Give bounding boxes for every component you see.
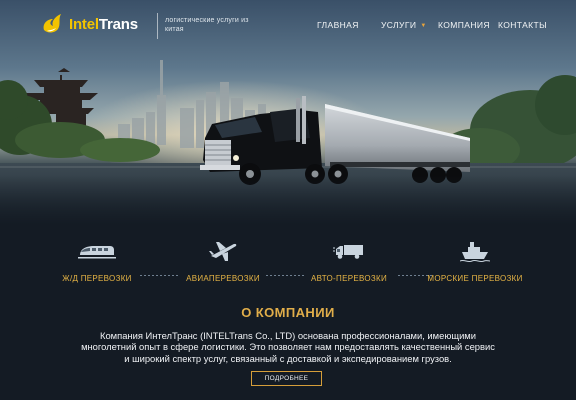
chevron-down-icon: ▼ — [420, 23, 427, 29]
service-divider — [266, 275, 306, 276]
service-label: АВИАПЕРЕВОЗКИ — [186, 274, 260, 283]
ship-icon — [460, 242, 490, 262]
service-auto[interactable]: АВТО-ПЕРЕВОЗКИ — [294, 238, 404, 283]
main-nav: ГЛАВНАЯ УСЛУГИ ▼ КОМПАНИЯ КОНТАКТЫ — [0, 20, 576, 32]
train-icon — [78, 246, 116, 259]
page: IntelTrans логистические услуги из китая… — [0, 0, 576, 400]
service-air[interactable]: АВИАПЕРЕВОЗКИ — [168, 238, 278, 283]
nav-item-contacts[interactable]: КОНТАКТЫ — [498, 20, 547, 30]
nav-item-services[interactable]: УСЛУГИ ▼ — [381, 20, 427, 30]
site-header: IntelTrans логистические услуги из китая… — [0, 0, 576, 52]
about-title: О КОМПАНИИ — [241, 305, 335, 320]
service-label: Ж/Д ПЕРЕВОЗКИ — [62, 274, 132, 283]
truck-icon — [333, 245, 363, 259]
nav-item-home[interactable]: ГЛАВНАЯ — [317, 20, 359, 30]
services-strip: Ж/Д ПЕРЕВОЗКИ АВИАПЕРЕВОЗКИ АВТО-ПЕРЕВОЗ… — [0, 238, 576, 288]
service-divider — [140, 275, 180, 276]
service-sea[interactable]: МОРСКИЕ ПЕРЕВОЗКИ — [420, 238, 530, 283]
airplane-icon — [209, 242, 237, 261]
nav-item-services-label: УСЛУГИ — [381, 20, 417, 30]
service-label: АВТО-ПЕРЕВОЗКИ — [310, 274, 388, 283]
service-rail[interactable]: Ж/Д ПЕРЕВОЗКИ — [42, 238, 152, 283]
about-text: Компания ИнтелТранс (INTELTrans Co., LTD… — [81, 330, 495, 364]
nav-item-company[interactable]: КОМПАНИЯ — [438, 20, 490, 30]
more-button[interactable]: ПОДРОБНЕЕ — [251, 371, 322, 386]
service-divider — [398, 275, 432, 276]
service-label: МОРСКИЕ ПЕРЕВОЗКИ — [427, 274, 523, 283]
